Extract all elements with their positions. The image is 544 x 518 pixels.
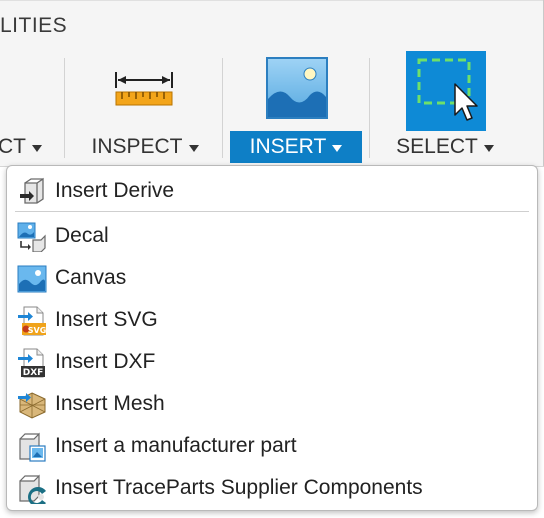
chevron-down-icon: [332, 144, 343, 152]
chevron-down-icon: [188, 144, 199, 152]
insert-image-icon[interactable]: [266, 57, 328, 119]
traceparts-icon: [17, 474, 47, 507]
construct-label: CT: [0, 135, 26, 158]
tab-utilities[interactable]: LITIES: [0, 14, 67, 38]
chevron-down-icon: [483, 144, 494, 152]
inspect-label: INSPECT: [91, 135, 183, 158]
menu-item-label: Insert Mesh: [55, 392, 165, 415]
group-separator: [64, 58, 65, 158]
menu-divider: [15, 211, 529, 212]
menu-item-traceparts[interactable]: Insert TraceParts Supplier Components: [7, 468, 537, 508]
menu-item-label: Decal: [55, 224, 109, 247]
canvas-icon: [17, 264, 47, 294]
menu-item-label: Canvas: [55, 266, 127, 289]
group-separator: [369, 58, 370, 158]
menu-item-label: Insert a manufacturer part: [55, 434, 297, 457]
toolbar-top-border: [0, 0, 544, 1]
insert-mesh-icon: [17, 390, 47, 420]
menu-item-insert-mesh[interactable]: Insert Mesh: [7, 384, 537, 424]
menu-item-label: Insert SVG: [55, 308, 158, 331]
menu-item-label: Insert DXF: [55, 350, 156, 373]
menu-item-canvas[interactable]: Canvas: [7, 258, 537, 298]
manufacturer-part-icon: [17, 432, 47, 462]
menu-item-insert-derive[interactable]: Insert Derive: [7, 171, 537, 211]
svg-text:DXF: DXF: [23, 368, 44, 378]
insert-svg-icon: SVG: [17, 306, 47, 336]
group-separator: [222, 58, 223, 158]
select-label: SELECT: [396, 135, 478, 158]
toolbar: LITIES CT INSPECT INSERT SELECT: [0, 0, 544, 167]
menu-item-insert-svg[interactable]: SVG Insert SVG: [7, 300, 537, 340]
menu-item-label: Insert Derive: [55, 179, 175, 202]
insert-dropdown[interactable]: INSERT: [230, 131, 362, 163]
menu-item-label: Insert TraceParts Supplier Components: [55, 476, 423, 499]
measure-ruler-icon[interactable]: [112, 70, 176, 110]
select-dropdown[interactable]: SELECT: [390, 131, 500, 163]
construct-dropdown[interactable]: CT: [0, 131, 42, 163]
menu-item-decal[interactable]: Decal: [7, 216, 537, 256]
insert-derive-icon: [17, 177, 47, 207]
menu-item-insert-dxf[interactable]: DXF Insert DXF: [7, 342, 537, 382]
decal-icon: [17, 222, 47, 253]
insert-menu: Insert Derive Decal Canvas SVG Insert SV…: [6, 165, 538, 511]
inspect-dropdown[interactable]: INSPECT: [90, 131, 200, 163]
insert-label: INSERT: [249, 135, 327, 158]
chevron-down-icon: [32, 144, 42, 152]
svg-text:SVG: SVG: [28, 326, 47, 335]
insert-dxf-icon: DXF: [17, 348, 47, 378]
select-window-icon[interactable]: [406, 51, 486, 131]
menu-item-manufacturer-part[interactable]: Insert a manufacturer part: [7, 426, 537, 466]
